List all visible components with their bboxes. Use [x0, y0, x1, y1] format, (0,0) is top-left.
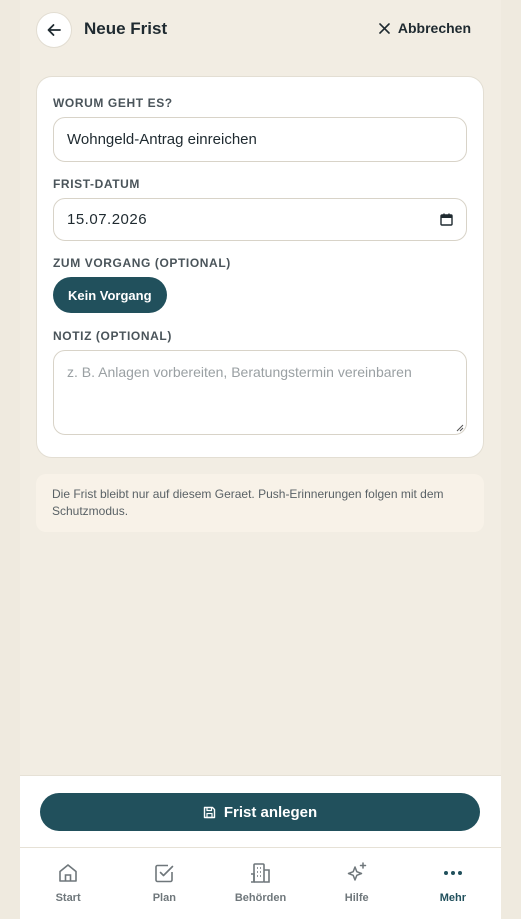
nav-label-start: Start [55, 892, 81, 904]
building-icon [250, 863, 270, 883]
date-value: 15.07.2026 [67, 211, 148, 228]
calendar-icon[interactable] [440, 213, 453, 226]
nav-label-mehr: Mehr [439, 892, 467, 904]
note-placeholder: z. B. Anlagen vorbereiten, Beratungsterm… [67, 364, 412, 380]
home-icon [59, 864, 77, 882]
date-input[interactable]: 15.07.2026 [53, 198, 467, 241]
app-screen: Neue Frist Abbrechen WORUM GEHT ES? Wohn… [20, 0, 501, 919]
nav-item-plan[interactable]: Plan [116, 848, 212, 919]
resize-grip-icon[interactable] [456, 424, 464, 432]
case-label: ZUM VORGANG (OPTIONAL) [53, 256, 231, 270]
form-card: WORUM GEHT ES? Wohngeld-Antrag einreiche… [36, 76, 484, 458]
submit-button[interactable]: Frist anlegen [40, 793, 480, 831]
nav-label-behoerden: Behörden [234, 892, 287, 904]
save-icon [203, 806, 216, 818]
cancel-label: Abbrechen [397, 20, 471, 36]
page-title: Neue Frist [84, 19, 168, 38]
nav-label-hilfe: Hilfe [344, 892, 369, 904]
close-icon [379, 22, 390, 34]
nav-item-hilfe[interactable]: Hilfe [309, 848, 405, 919]
note-label: NOTIZ (OPTIONAL) [53, 329, 172, 343]
topic-label: WORUM GEHT ES? [53, 96, 173, 110]
topic-input[interactable]: Wohngeld-Antrag einreichen [53, 117, 467, 162]
nav-item-mehr[interactable]: Mehr [405, 848, 501, 919]
header: Neue Frist Abbrechen [20, 0, 501, 60]
action-bar: Frist anlegen [20, 775, 501, 847]
more-icon [443, 871, 462, 875]
sparkle-icon [347, 862, 366, 881]
nav-item-behoerden[interactable]: Behörden [212, 848, 308, 919]
checkbox-icon [155, 864, 174, 883]
back-button[interactable] [36, 12, 72, 48]
submit-label: Frist anlegen [223, 803, 318, 821]
nav-label-plan: Plan [152, 892, 176, 904]
bottom-nav: Start Plan Behörden Hilfe Mehr [20, 847, 501, 919]
info-text: Die Frist bleibt nur auf diesem Geraet. … [52, 487, 444, 518]
note-textarea[interactable]: z. B. Anlagen vorbereiten, Beratungsterm… [53, 350, 467, 435]
date-label: FRIST-DATUM [53, 177, 141, 191]
arrow-left-icon [47, 24, 61, 36]
cancel-button[interactable]: Abbrechen [379, 20, 471, 36]
nav-item-start[interactable]: Start [20, 848, 116, 919]
topic-value: Wohngeld-Antrag einreichen [67, 131, 257, 148]
info-box: Die Frist bleibt nur auf diesem Geraet. … [36, 474, 484, 532]
case-chip-none[interactable]: Kein Vorgang [53, 277, 167, 313]
